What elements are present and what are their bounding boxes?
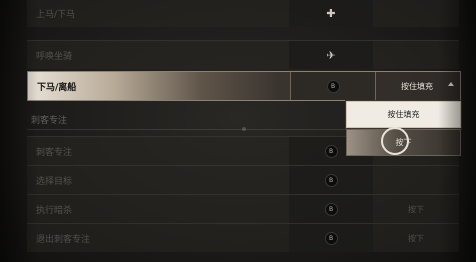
keybind-label: 呼唤坐骑	[36, 51, 73, 62]
swap-icon: ✚	[326, 6, 336, 20]
input-mode-value[interactable]: 按下	[373, 224, 459, 252]
key-cell[interactable]: B	[290, 72, 376, 100]
key-b-icon: B	[324, 173, 338, 187]
key-b-icon: B	[326, 79, 340, 93]
cursor-ring-icon	[381, 127, 409, 155]
divider-ornament	[242, 127, 246, 131]
key-cell[interactable]: B	[289, 166, 373, 194]
key-cell[interactable]: ✈	[289, 41, 373, 69]
key-cell[interactable]: B	[289, 195, 373, 223]
key-b-icon: B	[324, 144, 338, 158]
key-cell[interactable]: B	[289, 224, 373, 252]
keybind-row[interactable]: 呼唤坐骑 ✈	[27, 40, 459, 69]
input-mode-value[interactable]	[373, 166, 459, 194]
keybind-row[interactable]: 上马/下马 ✚	[27, 0, 459, 27]
keybind-row[interactable]: 退出刺客专注 B 按下	[27, 223, 459, 252]
input-mode-dropdown: 按住填充 按下	[346, 100, 461, 156]
mount-icon: ✈	[326, 48, 336, 62]
key-cell[interactable]: ✚	[289, 0, 373, 27]
keybind-label: 执行暗杀	[36, 205, 73, 216]
keybind-label: 选择目标	[36, 176, 73, 187]
keybind-label: 退出刺客专注	[36, 234, 91, 245]
chevron-up-icon	[448, 82, 454, 86]
section-title: 刺客专注	[31, 116, 68, 126]
dropdown-option-press[interactable]: 按下	[346, 127, 461, 156]
keybind-label: 上马/下马	[36, 9, 76, 20]
key-b-icon: B	[324, 231, 338, 245]
keybind-row-dismount[interactable]: 下马/离船 B 按住填充	[27, 71, 461, 101]
input-mode-select[interactable]: 按住填充	[374, 72, 460, 100]
keybind-label: 刺客专注	[36, 147, 73, 158]
key-b-icon: B	[324, 202, 338, 216]
keybind-row[interactable]: 选择目标 B	[27, 165, 459, 194]
keybind-row[interactable]: 执行暗杀 B 按下	[27, 194, 459, 223]
input-mode-value[interactable]: 按下	[373, 195, 459, 223]
input-mode-value: 按住填充	[401, 81, 433, 91]
dropdown-option-hold[interactable]: 按住填充	[346, 101, 461, 128]
keybind-label: 下马/离船	[37, 82, 77, 93]
